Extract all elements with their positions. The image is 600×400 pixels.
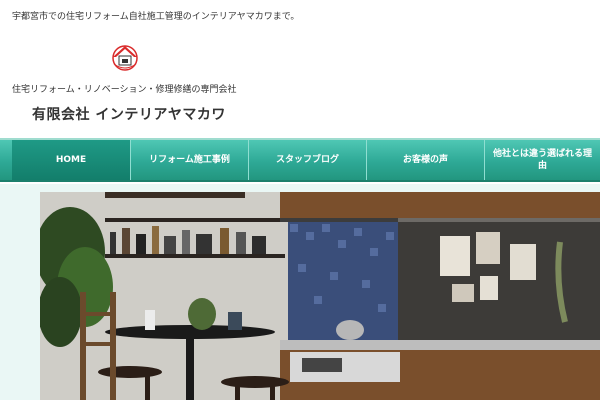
nav-item-label: 他社とは違う選ばれる理由 [492,149,592,171]
company-subtitle: 住宅リフォーム・リノベーション・修理修繕の専門会社 [12,85,237,95]
nav-item-label: リフォーム施工事例 [149,155,230,165]
company-name[interactable]: 有限会社 インテリアヤマカワ [32,104,226,124]
hero-image [40,192,600,400]
nav-item-works[interactable]: リフォーム施工事例 [130,140,248,180]
main-nav: HOME リフォーム施工事例 スタッフブログ お客様の声 他社とは違う選ばれる理… [0,138,600,182]
nav-item-voice[interactable]: お客様の声 [366,140,484,180]
nav-item-label: スタッフブログ [275,155,339,165]
house-logo-icon[interactable] [110,42,140,72]
nav-item-reasons[interactable]: 他社とは違う選ばれる理由 [484,140,600,180]
nav-item-label: お客様の声 [402,155,448,165]
site-tagline: 宇都宮市での住宅リフォーム自社施工管理のインテリアヤマカワまで。 [12,12,300,22]
nav-item-blog[interactable]: スタッフブログ [248,140,366,180]
nav-item-label: HOME [55,155,87,165]
nav-item-home[interactable]: HOME [12,140,130,180]
kitchen-photo [40,192,600,400]
nav-edge [0,140,12,180]
